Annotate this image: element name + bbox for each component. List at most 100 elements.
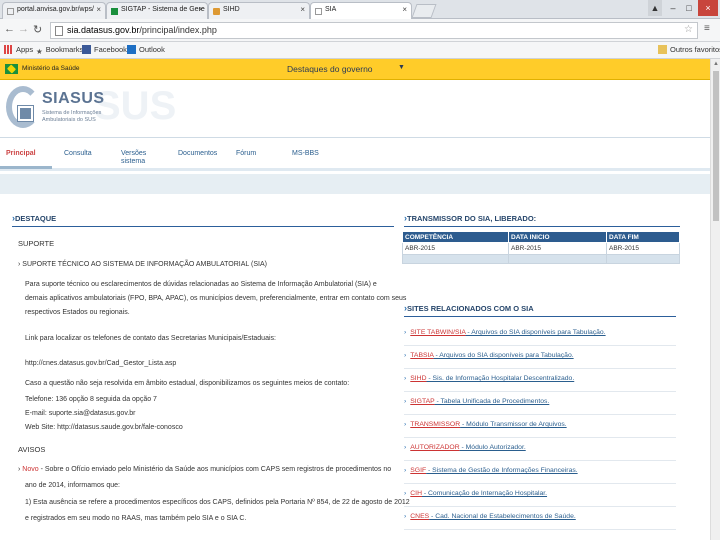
government-bar: Ministério da Saúde Destaques do governo… [0,59,710,80]
menu-item-versoes-sistema[interactable]: Versões sistema [121,150,161,166]
link-separator [404,391,676,392]
related-site-desc[interactable]: - Arquivos do SIA disponíveis para Tabul… [434,352,573,359]
browser-tab-sigtap[interactable]: SIGTAP - Sistema de Gere × [106,2,208,19]
chevron-right-icon: › [404,375,407,382]
bookmark-outlook[interactable]: Outlook [127,45,165,54]
bookmark-facebook[interactable]: Facebook [82,45,127,54]
reload-icon[interactable]: ↻ [33,23,42,36]
related-site-key[interactable]: AUTORIZADOR [410,444,459,451]
site-logo-title: SIASUS [42,90,105,107]
aviso-line-3: 1) Esta ausência se refere a procediment… [25,499,410,506]
related-site-desc[interactable]: - Módulo Transmissor de Arquivos. [460,421,567,428]
destaques-governo-dropdown[interactable]: Destaques do governo [287,64,373,74]
tab-close-icon[interactable]: × [402,5,407,14]
menu-icon[interactable]: ≡ [704,23,710,34]
contact-email[interactable]: E-mail: suporte.sia@datasus.gov.br [25,407,135,421]
bookmark-bookmarks[interactable]: ★ Bookmarks [36,45,83,56]
aviso-line-4: e registrados em seu modo no RAAS, mas t… [25,515,247,522]
tab-label: SIGTAP - Sistema de Gere [121,6,205,13]
chevron-right-icon: › [404,513,407,520]
content-spacer-strip [0,174,710,194]
tab-close-icon[interactable]: × [300,5,305,14]
related-site-desc[interactable]: - Sis. de Informação Hospitalar Descentr… [427,375,574,382]
column-header-data-fim: DATA FIM [606,231,680,243]
column-header-data-inicio: DATA INICIO [508,231,607,243]
page-favicon-icon [315,8,322,15]
web-page: Ministério da Saúde Destaques do governo… [0,59,710,540]
related-site-desc[interactable]: - Arquivos do SIA disponíveis para Tabul… [466,329,605,336]
contact-website[interactable]: Web Site: http://datasus.saude.gov.br/fa… [25,421,183,435]
suporte-paragraph-line-1: Para suporte técnico ou esclarecimentos … [25,281,377,288]
page-scrollbar[interactable]: ▲ [710,59,720,540]
related-site-desc[interactable]: - Cad. Nacional de Estabelecimentos de S… [429,513,576,520]
address-toolbar: ← → ↻ sia.datasus.gov.br/principal/index… [0,19,720,42]
menu-item-principal[interactable]: Principal [6,150,36,158]
aviso-line-2: ano de 2014, informamos que: [25,482,120,489]
browser-tab-anvisa[interactable]: portal.anvisa.gov.br/wps/ × [2,2,106,19]
related-site-key[interactable]: SGIF [410,467,426,474]
tab-close-icon[interactable]: × [198,5,203,14]
bookmark-apps[interactable]: Apps [4,45,33,54]
page-favicon-icon [7,8,14,15]
related-site-key[interactable]: CIH [410,490,422,497]
browser-tab-sihd[interactable]: SIHD × [208,2,310,19]
suporte-paragraph-line-2: demais aplicativos ambulatoriais (FPO, B… [25,295,407,302]
scroll-up-icon[interactable]: ▲ [713,61,719,67]
destaque-heading: DESTAQUE [12,213,56,223]
menu-item-forum[interactable]: Fórum [236,150,256,158]
table-row: ABR-2015 ABR-2015 ABR-2015 [402,242,680,255]
related-site-link[interactable]: › TABSIA - Arquivos do SIA disponíveis pa… [404,352,574,359]
chevron-down-icon[interactable]: ▼ [398,64,405,71]
related-site-link[interactable]: › CNES - Cad. Nacional de Estabelecimento… [404,513,576,520]
menu-item-ms-bbs[interactable]: MS-BBS [292,150,319,158]
apps-grid-icon [4,45,13,54]
chevron-right-icon: › [404,421,407,428]
suporte-title: SUPORTE TÉCNICO AO SISTEMA DE INFORMAÇÃO… [18,258,267,272]
header-watermark: SUS [94,84,177,128]
tab-close-icon[interactable]: × [96,5,101,14]
related-site-link[interactable]: › SIGTAP - Tabela Unificada de Procedimen… [404,398,549,405]
star-icon: ★ [36,47,43,56]
related-site-link[interactable]: › SITE TABWIN/SIA - Arquivos do SIA dispo… [404,329,606,336]
related-site-key[interactable]: SIHD [410,375,426,382]
transmissor-divider [404,226,680,227]
link-separator [404,483,676,484]
bookmark-other-favorites[interactable]: Outros favoritos [658,45,720,54]
star-bookmark-icon[interactable]: ☆ [684,24,693,35]
ministry-label[interactable]: Ministério da Saúde [22,65,79,72]
related-site-desc[interactable]: - Sistema de Gestão de Informações Finan… [426,467,578,474]
related-site-key[interactable]: TABSIA [410,352,433,359]
related-site-link[interactable]: › SGIF - Sistema de Gestão de Informações… [404,467,578,474]
menu-item-consulta[interactable]: Consulta [64,150,92,158]
scrollbar-thumb[interactable] [713,71,719,221]
transmissor-heading: TRANSMISSOR DO SIA, LIBERADO: [404,213,536,223]
forward-arrow-icon[interactable]: → [18,23,29,35]
link-separator [404,437,676,438]
brazil-flag-icon [5,64,18,74]
related-site-link[interactable]: › SIHD - Sis. de Informação Hospitalar De… [404,375,574,382]
related-site-link[interactable]: › TRANSMISSOR - Módulo Transmissor de Arq… [404,421,567,428]
close-window-icon[interactable]: × [698,0,718,16]
back-arrow-icon[interactable]: ← [4,23,15,35]
related-site-desc[interactable]: - Módulo Autorizador. [460,444,525,451]
minimize-icon[interactable]: – [666,0,680,16]
user-profile-icon[interactable]: ▲ [648,0,662,16]
suporte-label: SUPORTE [18,239,55,248]
related-site-link[interactable]: › AUTORIZADOR - Módulo Autorizador. [404,444,526,451]
page-info-icon [55,26,63,36]
related-site-desc[interactable]: - Tabela Unificada de Procedimentos. [435,398,549,405]
table-header-row: COMPETÊNCIA DATA INICIO DATA FIM [402,231,680,243]
url-input[interactable]: sia.datasus.gov.br/principal/index.php ☆ [50,22,698,39]
related-site-desc[interactable]: - Comunicação de Internação Hospitalar. [422,490,547,497]
maximize-icon[interactable]: □ [682,0,696,16]
menu-item-documentos[interactable]: Documentos [178,150,217,158]
related-site-key[interactable]: SITE TABWIN/SIA [410,329,465,336]
related-site-key[interactable]: SIGTAP [410,398,434,405]
browser-tab-sia[interactable]: SIA × [310,2,412,20]
related-site-key[interactable]: TRANSMISSOR [410,421,460,428]
flag-favicon-icon [111,8,118,15]
new-tab-button[interactable] [411,4,437,18]
related-site-key[interactable]: CNES [410,513,429,520]
related-site-link[interactable]: › CIH - Comunicação de Internação Hospita… [404,490,547,497]
cnes-gestor-link[interactable]: http://cnes.datasus.gov.br/Cad_Gestor_Li… [25,357,176,371]
